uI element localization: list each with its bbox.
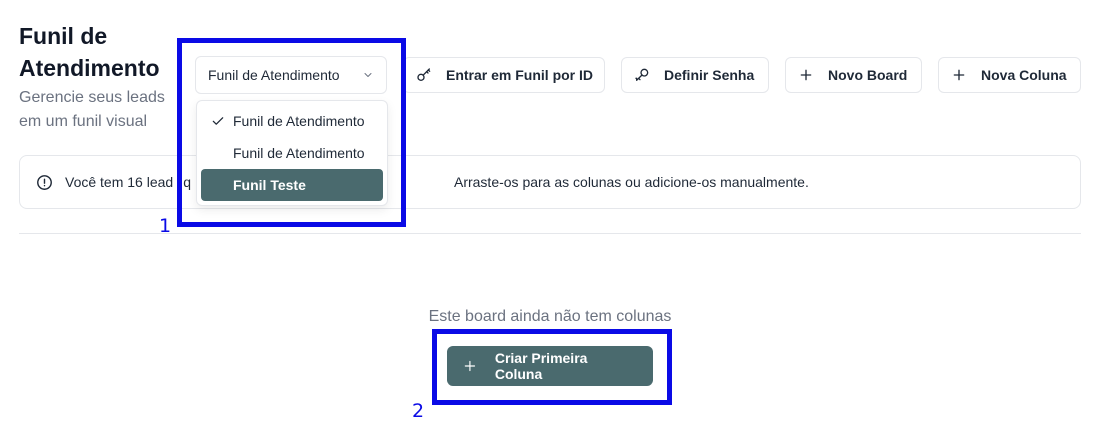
page-title: Funil de Atendimento bbox=[19, 23, 160, 81]
alert-text-start: Você tem 16 lead bbox=[65, 174, 174, 190]
chevron-down-icon bbox=[364, 73, 372, 77]
new-board-button[interactable]: Novo Board bbox=[785, 57, 922, 93]
check-icon bbox=[212, 117, 224, 125]
enter-funnel-label: Entrar em Funil por ID bbox=[446, 67, 594, 83]
highlight-label-1: 1 bbox=[159, 215, 172, 237]
divider bbox=[19, 233, 1081, 234]
board-option[interactable]: Funil Teste bbox=[201, 169, 383, 201]
board-select-value: Funil de Atendimento bbox=[208, 67, 340, 83]
page-subtitle: Gerencie seus leads em um funil visual bbox=[19, 89, 165, 130]
alert-text-end: Arraste-os para as colunas ou adicione-o… bbox=[453, 174, 809, 190]
create-first-column-button[interactable]: Criar Primeira Coluna bbox=[447, 346, 653, 386]
highlight-label-2: 2 bbox=[412, 400, 425, 422]
alert-text-mid: q bbox=[183, 174, 191, 190]
board-select-dropdown: Funil de Atendimento Funil de Atendiment… bbox=[196, 100, 388, 206]
board-select[interactable]: Funil de Atendimento bbox=[195, 56, 387, 94]
unassigned-leads-alert: Você tem 16 lead q Arraste-os para as co… bbox=[19, 155, 1081, 209]
board-option-label: Funil de Atendimento bbox=[233, 145, 365, 161]
new-column-label: Nova Coluna bbox=[981, 67, 1067, 83]
plus-icon bbox=[464, 360, 476, 372]
create-first-column-label: Criar Primeira Coluna bbox=[494, 350, 588, 382]
enter-funnel-button[interactable]: Entrar em Funil por ID bbox=[403, 57, 605, 93]
key-round-icon bbox=[635, 68, 649, 81]
board-option[interactable]: Funil de Atendimento bbox=[201, 105, 383, 137]
page: Funil de Atendimento Gerencie seus leads… bbox=[0, 0, 1095, 438]
set-password-button[interactable]: Definir Senha bbox=[621, 57, 769, 93]
board-option-label: Funil de Atendimento bbox=[233, 113, 365, 129]
empty-state-text: Este board ainda não tem colunas bbox=[428, 308, 672, 325]
key-icon bbox=[417, 68, 431, 81]
plus-icon bbox=[800, 69, 812, 81]
plus-icon bbox=[953, 69, 965, 81]
board-option-label: Funil Teste bbox=[233, 177, 306, 193]
new-board-label: Novo Board bbox=[828, 67, 908, 83]
new-column-button[interactable]: Nova Coluna bbox=[938, 57, 1081, 93]
set-password-label: Definir Senha bbox=[664, 67, 755, 83]
alert-circle-icon bbox=[37, 174, 52, 190]
board-option[interactable]: Funil de Atendimento bbox=[201, 137, 383, 169]
